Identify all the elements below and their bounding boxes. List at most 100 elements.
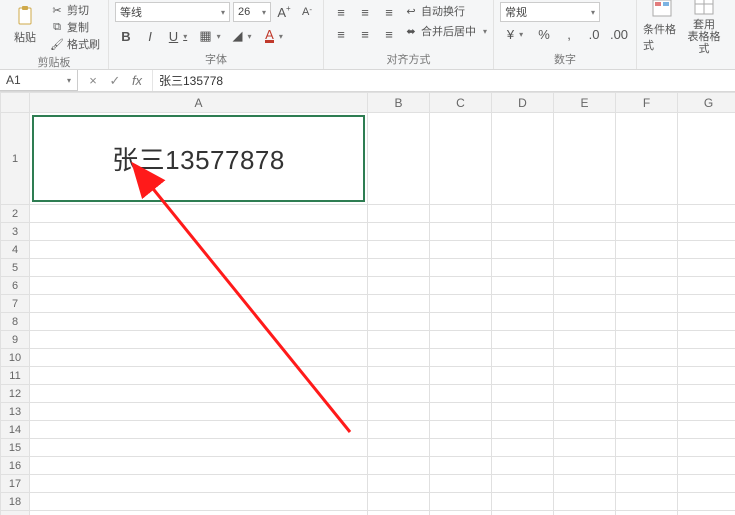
cell-A14[interactable] xyxy=(30,421,368,439)
cell-G2[interactable] xyxy=(678,205,735,223)
cell-A9[interactable] xyxy=(30,331,368,349)
comma-button[interactable]: , xyxy=(558,24,580,44)
cell-F4[interactable] xyxy=(616,241,678,259)
cell-B5[interactable] xyxy=(368,259,430,277)
cell-D3[interactable] xyxy=(492,223,554,241)
cell-C9[interactable] xyxy=(430,331,492,349)
fx-button[interactable]: fx xyxy=(126,70,148,91)
cell-D17[interactable] xyxy=(492,475,554,493)
number-format-combo[interactable]: 常规 ▾ xyxy=(500,2,600,22)
cell-B8[interactable] xyxy=(368,313,430,331)
cell-G7[interactable] xyxy=(678,295,735,313)
cell-D13[interactable] xyxy=(492,403,554,421)
border-button[interactable]: ▦▾ xyxy=(195,26,225,46)
cell-B16[interactable] xyxy=(368,457,430,475)
row-header-1[interactable]: 1 xyxy=(1,113,30,205)
cell-D16[interactable] xyxy=(492,457,554,475)
cell-A10[interactable] xyxy=(30,349,368,367)
cell-G10[interactable] xyxy=(678,349,735,367)
cell-C11[interactable] xyxy=(430,367,492,385)
cell-G1[interactable] xyxy=(678,113,735,205)
row-header-15[interactable]: 15 xyxy=(1,439,30,457)
cell-B1[interactable] xyxy=(368,113,430,205)
cell-E13[interactable] xyxy=(554,403,616,421)
cell-C15[interactable] xyxy=(430,439,492,457)
font-color-button[interactable]: A▾ xyxy=(259,26,289,46)
cell-A8[interactable] xyxy=(30,313,368,331)
font-name-combo[interactable]: 等线 ▾ xyxy=(115,2,230,22)
cell-B10[interactable] xyxy=(368,349,430,367)
select-all-corner[interactable] xyxy=(1,93,30,113)
cell-A18[interactable] xyxy=(30,493,368,511)
cell-C16[interactable] xyxy=(430,457,492,475)
cell-G15[interactable] xyxy=(678,439,735,457)
decrease-decimal-button[interactable]: .00 xyxy=(608,24,630,44)
cell-G8[interactable] xyxy=(678,313,735,331)
cell-D7[interactable] xyxy=(492,295,554,313)
merge-center-button[interactable]: ⬌ 合并后居中 ▾ xyxy=(404,22,487,40)
cell-B18[interactable] xyxy=(368,493,430,511)
cell-D4[interactable] xyxy=(492,241,554,259)
col-header-F[interactable]: F xyxy=(616,93,678,113)
cell-G11[interactable] xyxy=(678,367,735,385)
cell-F8[interactable] xyxy=(616,313,678,331)
decrease-font-button[interactable]: A - xyxy=(297,2,317,22)
cell-F2[interactable] xyxy=(616,205,678,223)
cell-C8[interactable] xyxy=(430,313,492,331)
cell-D19[interactable] xyxy=(492,511,554,515)
cell-E19[interactable] xyxy=(554,511,616,515)
cell-B7[interactable] xyxy=(368,295,430,313)
cell-A15[interactable] xyxy=(30,439,368,457)
cell-F19[interactable] xyxy=(616,511,678,515)
align-bottom-button[interactable]: ≡ xyxy=(378,2,400,22)
col-header-B[interactable]: B xyxy=(368,93,430,113)
paste-button[interactable]: 粘贴 xyxy=(6,2,44,48)
format-painter-button[interactable]: 🖌 格式刷 xyxy=(48,36,102,52)
cell-G19[interactable] xyxy=(678,511,735,515)
cell-G13[interactable] xyxy=(678,403,735,421)
cell-G5[interactable] xyxy=(678,259,735,277)
cell-E18[interactable] xyxy=(554,493,616,511)
row-header-17[interactable]: 17 xyxy=(1,475,30,493)
cell-A13[interactable] xyxy=(30,403,368,421)
cell-G14[interactable] xyxy=(678,421,735,439)
cell-F3[interactable] xyxy=(616,223,678,241)
cell-G3[interactable] xyxy=(678,223,735,241)
row-header-9[interactable]: 9 xyxy=(1,331,30,349)
cell-A17[interactable] xyxy=(30,475,368,493)
cut-button[interactable]: ✂ 剪切 xyxy=(48,2,102,18)
cell-F9[interactable] xyxy=(616,331,678,349)
cell-D11[interactable] xyxy=(492,367,554,385)
cell-B13[interactable] xyxy=(368,403,430,421)
cell-G6[interactable] xyxy=(678,277,735,295)
row-header-12[interactable]: 12 xyxy=(1,385,30,403)
cell-C2[interactable] xyxy=(430,205,492,223)
cell-F7[interactable] xyxy=(616,295,678,313)
formula-input[interactable]: 张三135778 xyxy=(153,70,735,91)
col-header-D[interactable]: D xyxy=(492,93,554,113)
copy-button[interactable]: ⧉ 复制 xyxy=(48,19,102,35)
row-header-6[interactable]: 6 xyxy=(1,277,30,295)
col-header-A[interactable]: A xyxy=(30,93,368,113)
col-header-E[interactable]: E xyxy=(554,93,616,113)
currency-button[interactable]: ¥▾ xyxy=(500,24,530,44)
cell-G16[interactable] xyxy=(678,457,735,475)
cell-D10[interactable] xyxy=(492,349,554,367)
cell-C10[interactable] xyxy=(430,349,492,367)
cell-D15[interactable] xyxy=(492,439,554,457)
cancel-button[interactable]: × xyxy=(82,70,104,91)
cell-F5[interactable] xyxy=(616,259,678,277)
row-header-7[interactable]: 7 xyxy=(1,295,30,313)
conditional-format-button[interactable]: 条件格式 xyxy=(643,2,681,48)
cell-F13[interactable] xyxy=(616,403,678,421)
row-header-10[interactable]: 10 xyxy=(1,349,30,367)
cell-B4[interactable] xyxy=(368,241,430,259)
align-left-button[interactable]: ≡ xyxy=(330,24,352,44)
confirm-button[interactable]: ✓ xyxy=(104,70,126,91)
cell-G4[interactable] xyxy=(678,241,735,259)
cell-F17[interactable] xyxy=(616,475,678,493)
cell-E1[interactable] xyxy=(554,113,616,205)
cell-G12[interactable] xyxy=(678,385,735,403)
cell-E7[interactable] xyxy=(554,295,616,313)
cell-F15[interactable] xyxy=(616,439,678,457)
